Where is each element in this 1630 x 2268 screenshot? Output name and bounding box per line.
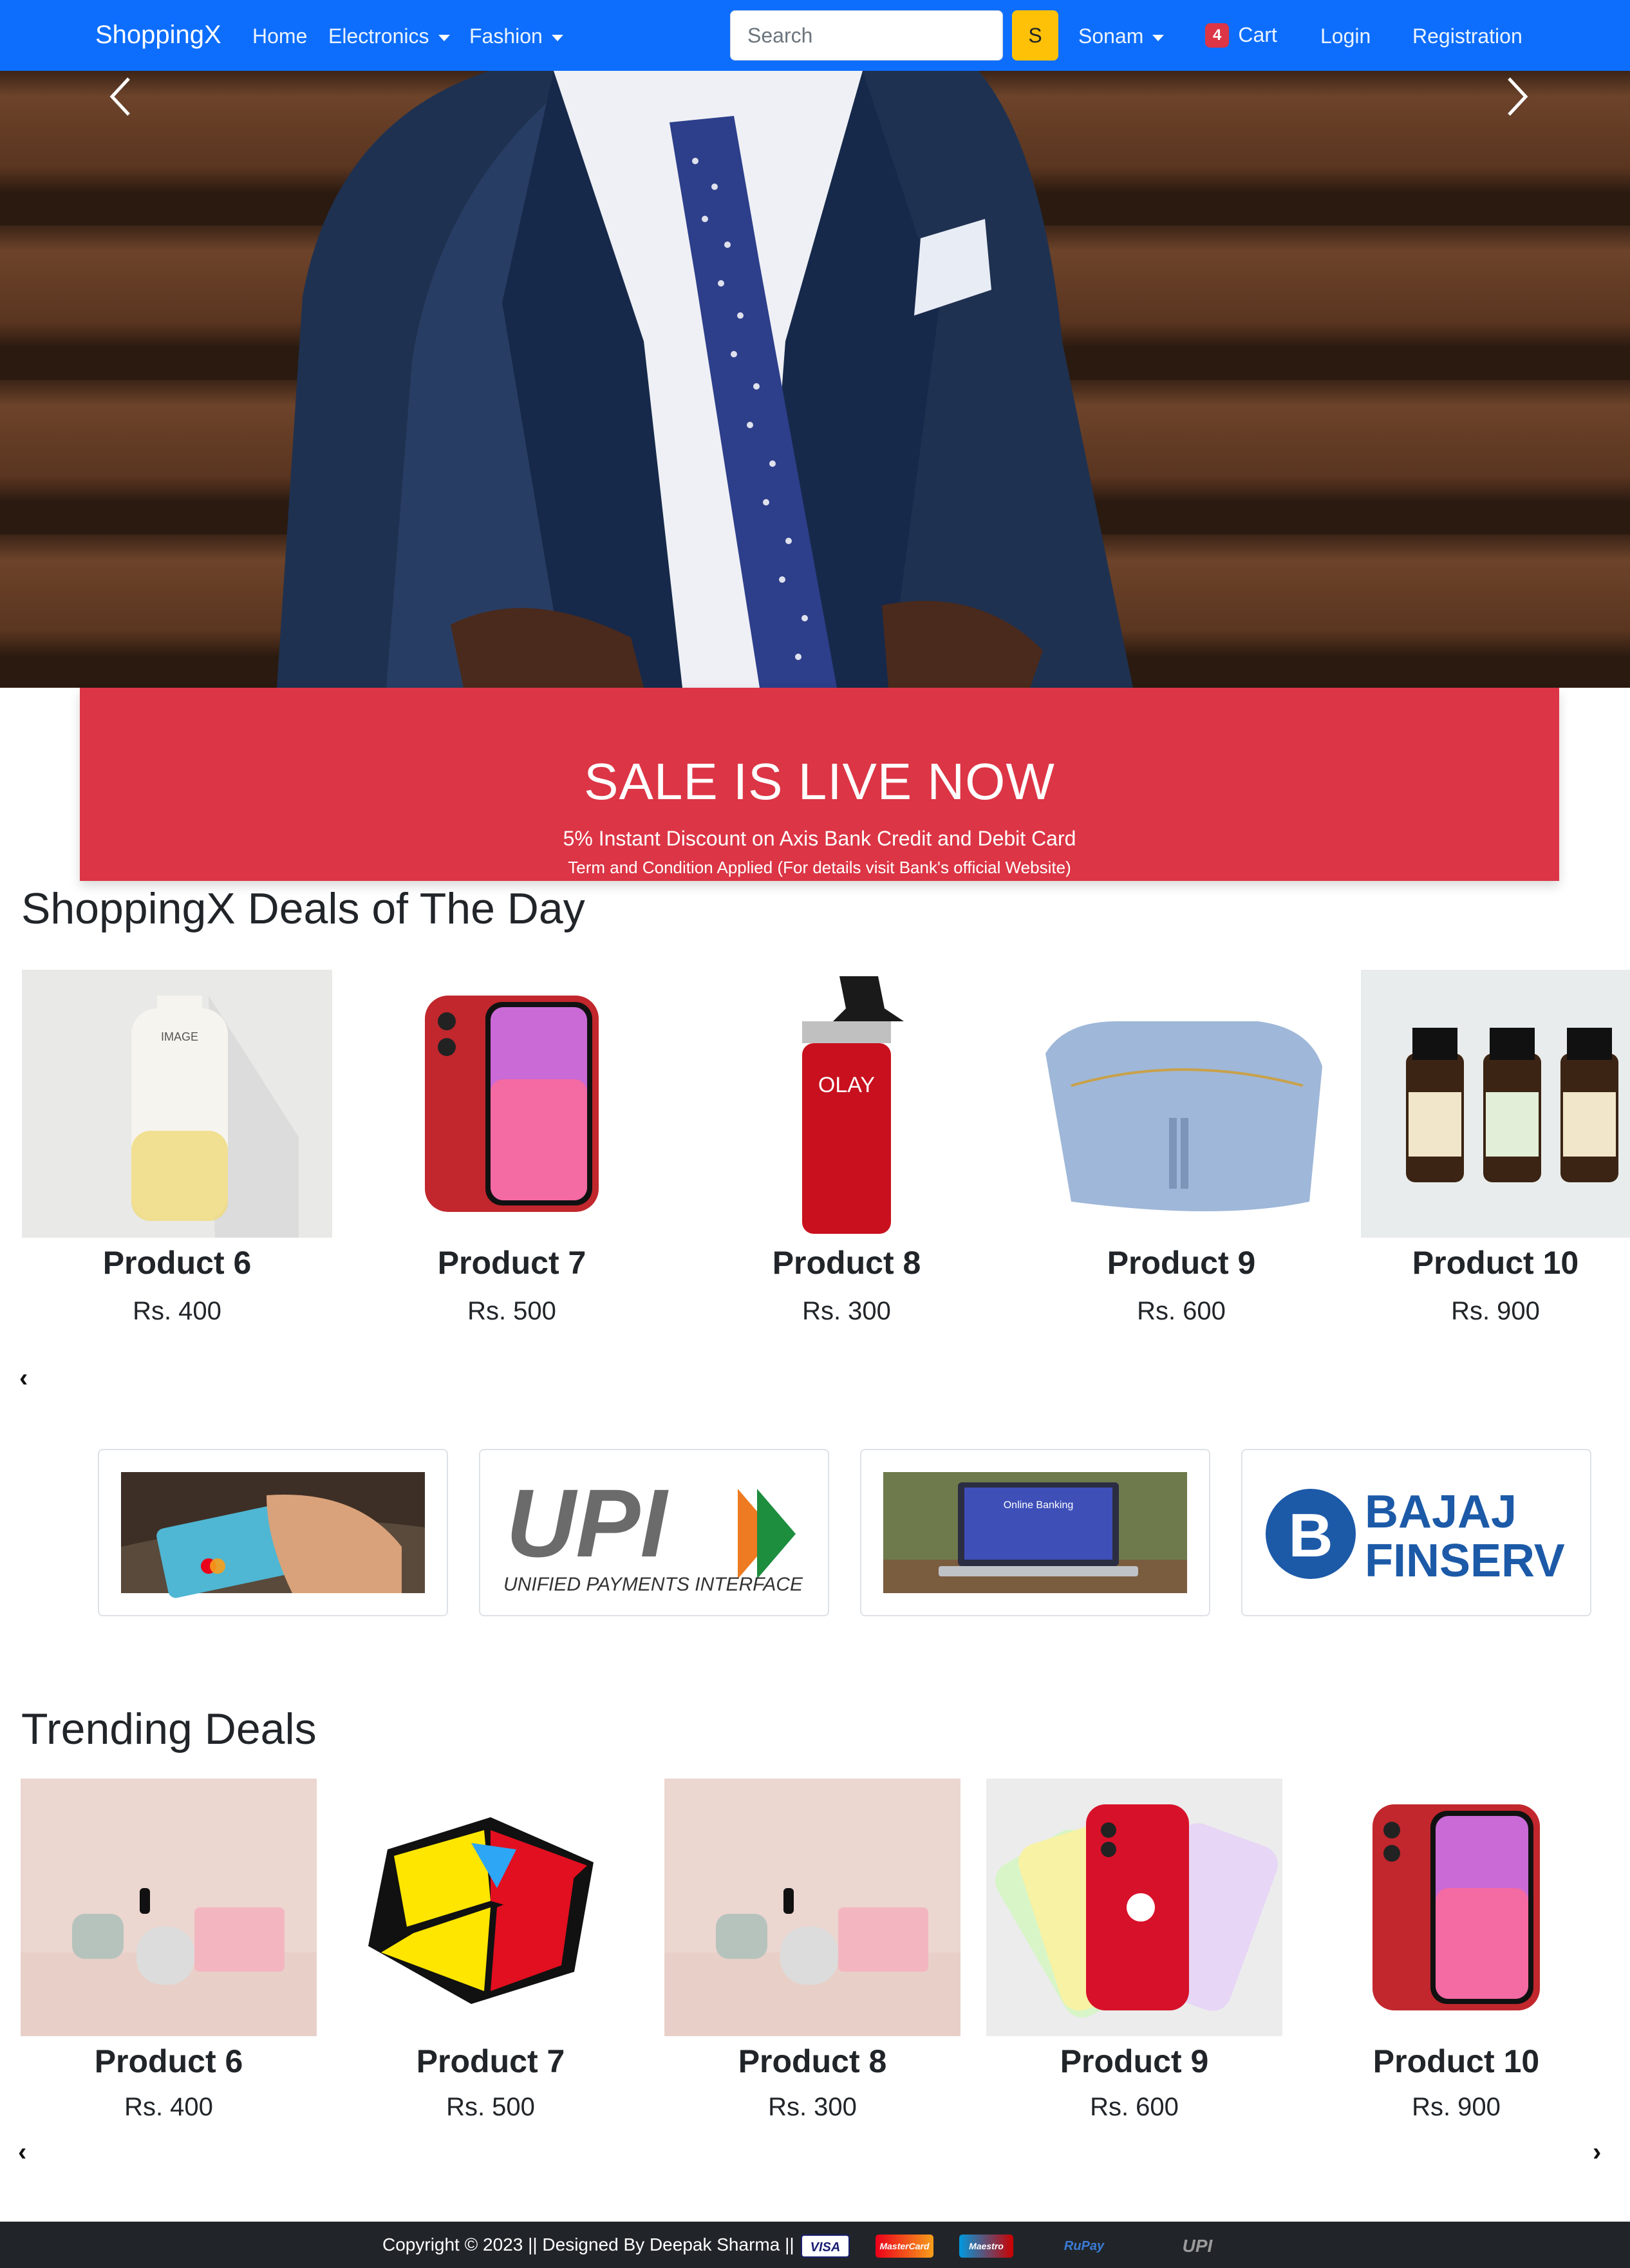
product-name: Product 7 — [437, 1245, 586, 1281]
product-image — [21, 1779, 317, 2036]
chevron-down-icon — [438, 34, 450, 41]
navbar: ShoppingX Home Electronics Fashion S Son… — [0, 0, 1630, 71]
search-button[interactable]: S — [1012, 10, 1058, 61]
trending-product-card[interactable]: Product 8 Rs. 300 — [664, 1779, 960, 2126]
upi-logo-text: UPI — [506, 1469, 669, 1577]
trending-product-card[interactable]: Product 9 Rs. 600 — [986, 1779, 1282, 2126]
deal-product-card[interactable]: Product 10 Rs. 900 — [1361, 970, 1630, 1343]
product-price: Rs. 900 — [1451, 1297, 1540, 1325]
product-price: Rs. 500 — [467, 1297, 556, 1325]
carousel-next-icon[interactable] — [1490, 71, 1541, 122]
nav-fashion-dropdown[interactable]: Fashion — [469, 24, 563, 48]
product-name: Product 6 — [94, 2043, 243, 2079]
product-name: Product 8 — [772, 1245, 921, 1281]
user-name: Sonam — [1078, 24, 1144, 48]
payment-card-bajaj-finserv[interactable]: B BAJAJ FINSERV — [1241, 1449, 1591, 1616]
product-name: Product 9 — [1060, 2043, 1209, 2079]
bajaj-line2: FINSERV — [1365, 1535, 1565, 1587]
bajaj-finserv-logo-icon: B BAJAJ FINSERV — [1266, 1486, 1565, 1587]
maestro-icon: Maestro — [959, 2235, 1013, 2258]
product-name: Product 8 — [738, 2043, 887, 2079]
trending-product-card[interactable]: Product 7 Rs. 500 — [342, 1779, 639, 2126]
bajaj-line1: BAJAJ — [1365, 1486, 1517, 1538]
product-name: Product 6 — [102, 1245, 252, 1281]
rupay-icon: RuPay — [1063, 2239, 1105, 2253]
deals-section-title: ShoppingX Deals of The Day — [21, 884, 585, 933]
product-image: IMAGE — [22, 970, 332, 1238]
deal-product-card[interactable]: IMAGE Product 6 Rs. 400 — [22, 970, 332, 1343]
product-price: Rs. 300 — [802, 1297, 891, 1325]
brand-logo[interactable]: ShoppingX — [95, 21, 221, 50]
deal-product-card[interactable]: Product 9 Rs. 600 — [1026, 970, 1336, 1343]
product-image — [1361, 970, 1630, 1238]
product-name: Product 7 — [416, 2043, 565, 2079]
upi-caption: UNIFIED PAYMENTS INTERFACE — [503, 1574, 803, 1595]
product-name: Product 10 — [1372, 2043, 1540, 2079]
carousel-prev-icon[interactable] — [97, 71, 148, 122]
sale-banner: SALE IS LIVE NOW 5% Instant Discount on … — [80, 688, 1559, 881]
registration-link[interactable]: Registration — [1412, 24, 1522, 48]
sale-title: SALE IS LIVE NOW — [584, 753, 1055, 810]
deals-prev-icon[interactable]: ‹ — [19, 1364, 28, 1393]
trending-product-card[interactable]: Product 10 Rs. 900 — [1308, 1779, 1604, 2126]
product-image — [357, 970, 667, 1238]
upi-footer-icon: UPI — [1182, 2236, 1213, 2256]
login-link[interactable]: Login — [1320, 24, 1371, 48]
chevron-down-icon — [1152, 34, 1165, 41]
product-name: Product 10 — [1412, 1245, 1579, 1281]
deal-product-card[interactable]: OLAY Product 8 Rs. 300 — [691, 970, 1002, 1343]
nav-electronics-dropdown[interactable]: Electronics — [328, 24, 450, 48]
product-image: OLAY — [691, 970, 1002, 1238]
product-image — [1308, 1779, 1604, 2036]
payment-card-online-banking[interactable]: Online Banking — [860, 1449, 1210, 1616]
footer: Copyright © 2023 || Designed By Deepak S… — [0, 2222, 1630, 2268]
svg-text:OLAY: OLAY — [818, 1073, 875, 1097]
product-price: Rs. 500 — [446, 2093, 535, 2121]
product-image — [342, 1779, 639, 2036]
product-image — [986, 1779, 1282, 2036]
trending-product-card[interactable]: Product 6 Rs. 400 — [21, 1779, 317, 2126]
cart-count-badge: 4 — [1205, 23, 1230, 48]
user-menu-dropdown[interactable]: Sonam — [1078, 24, 1165, 48]
product-name: Product 9 — [1107, 1245, 1256, 1281]
online-banking-image: Online Banking — [883, 1472, 1187, 1593]
svg-text:B: B — [1288, 1501, 1333, 1570]
trending-next-icon[interactable]: › — [1593, 2138, 1601, 2167]
footer-copyright: Copyright © 2023 || Designed By Deepak S… — [382, 2235, 794, 2254]
credit-card-image — [121, 1472, 425, 1598]
upi-logo-icon: UPI UNIFIED PAYMENTS INTERFACE — [503, 1469, 803, 1595]
nav-home[interactable]: Home — [252, 24, 307, 48]
product-price: Rs. 900 — [1412, 2093, 1501, 2121]
product-price: Rs. 600 — [1090, 2093, 1179, 2121]
chevron-down-icon — [551, 34, 563, 41]
hero-suit-image — [277, 71, 1133, 688]
cart-link[interactable]: 4 Cart — [1205, 23, 1277, 48]
sale-subtitle: 5% Instant Discount on Axis Bank Credit … — [563, 827, 1076, 850]
payment-card-credit-card[interactable] — [98, 1449, 448, 1616]
payment-card-upi[interactable]: UPI UNIFIED PAYMENTS INTERFACE — [479, 1449, 829, 1616]
mastercard-icon: MasterCard — [876, 2235, 933, 2258]
product-price: Rs. 300 — [768, 2093, 857, 2121]
product-price: Rs. 600 — [1137, 1297, 1226, 1325]
visa-icon: VISA — [801, 2235, 850, 2258]
trending-prev-icon[interactable]: ‹ — [18, 2138, 26, 2167]
product-price: Rs. 400 — [133, 1297, 221, 1325]
hero-carousel — [0, 71, 1630, 688]
online-banking-label: Online Banking — [1004, 1500, 1074, 1511]
product-price: Rs. 400 — [124, 2093, 213, 2121]
product-image — [1026, 970, 1336, 1238]
product-image — [664, 1779, 960, 2036]
nav-electronics-label: Electronics — [328, 24, 429, 48]
deal-product-card[interactable]: Product 7 Rs. 500 — [357, 970, 667, 1343]
search-input[interactable] — [730, 10, 1003, 61]
nav-fashion-label: Fashion — [469, 24, 543, 48]
sale-terms: Term and Condition Applied (For details … — [568, 858, 1071, 877]
cart-label: Cart — [1238, 23, 1277, 46]
svg-text:IMAGE: IMAGE — [161, 1030, 198, 1043]
trending-section-title: Trending Deals — [21, 1705, 317, 1753]
